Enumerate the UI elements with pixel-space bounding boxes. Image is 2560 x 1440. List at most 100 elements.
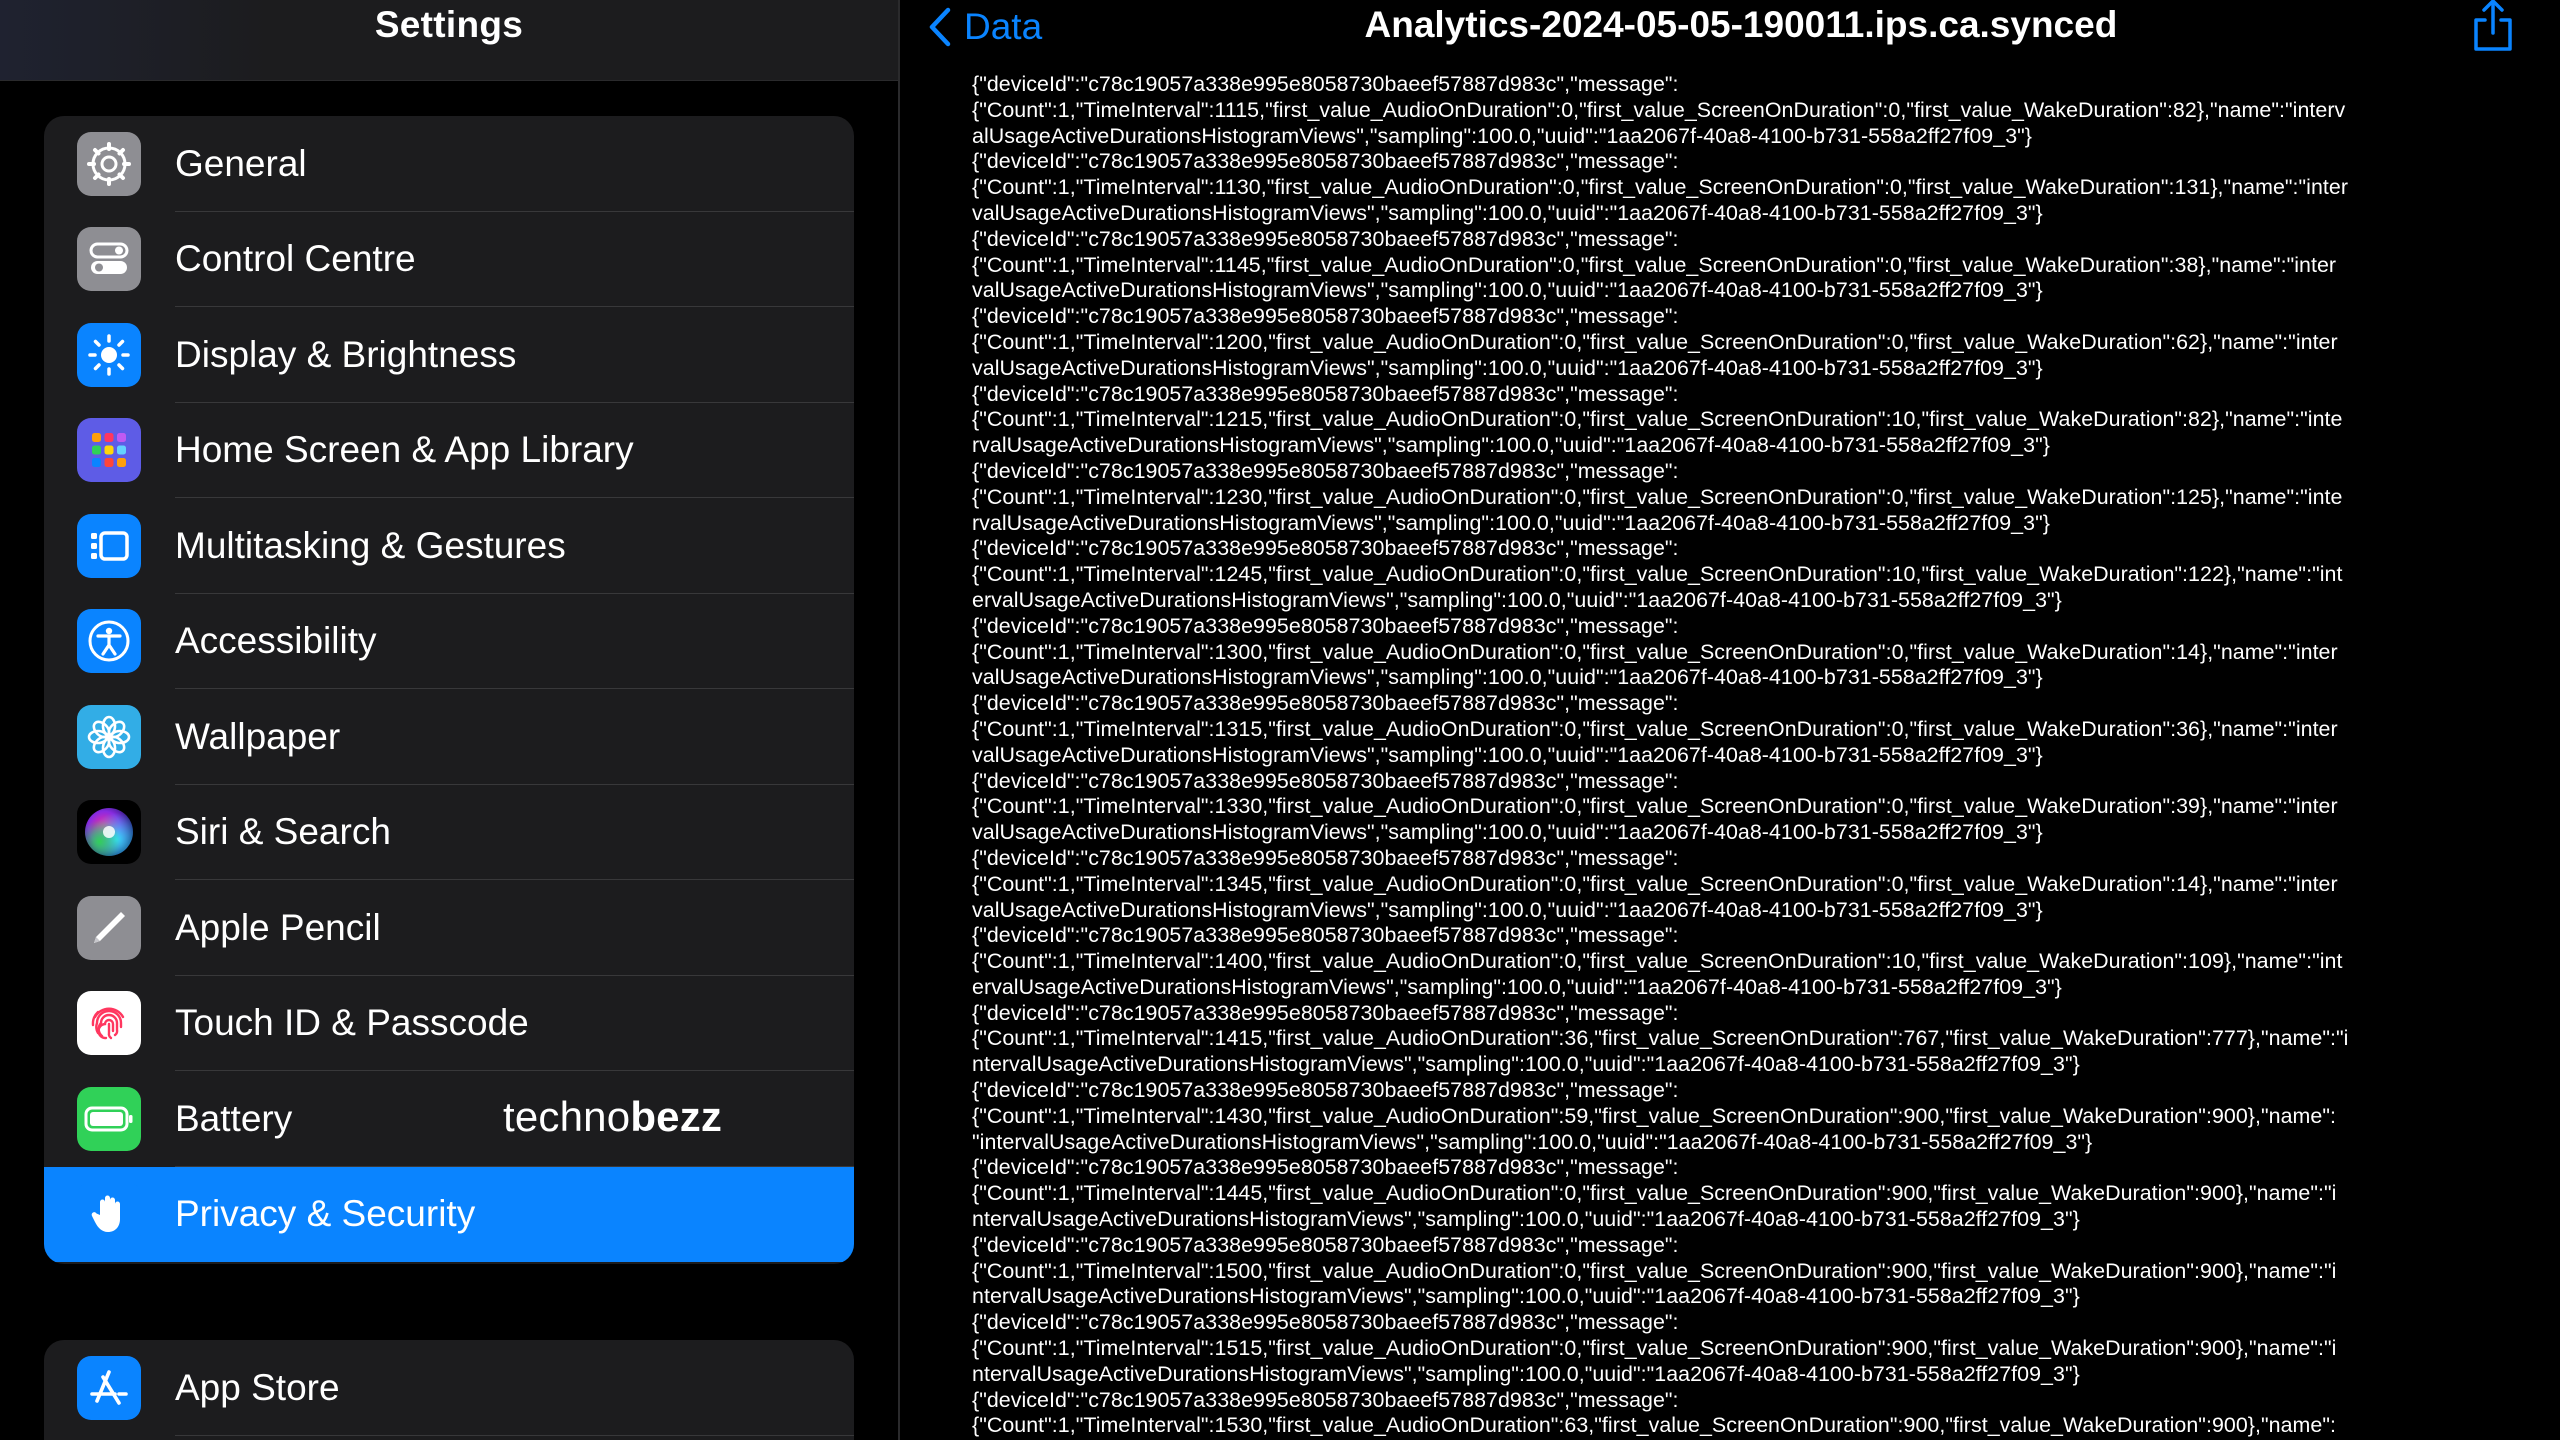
settings-row-label: Home Screen & App Library <box>175 429 634 471</box>
document-title: Analytics-2024-05-05-190011.ips.ca.synce… <box>1364 4 2118 45</box>
log-line: rvalUsageActiveDurationsHistogramViews",… <box>972 510 2050 535</box>
log-line: {"Count":1,"TimeInterval":1400,"first_va… <box>972 949 2343 974</box>
settings-row-wallpaper[interactable]: Wallpaper <box>44 689 854 785</box>
multitasking-icon <box>77 513 141 578</box>
log-line: {"Count":1,"TimeInterval":1415,"first_va… <box>972 1026 2349 1051</box>
log-line: {"Count":1,"TimeInterval":1230,"first_va… <box>972 484 2343 509</box>
detail-header: Data Analytics-2024-05-05-190011.ips.ca.… <box>900 0 2560 81</box>
flower-icon <box>77 704 141 769</box>
settings-row-touch-id[interactable]: Touch ID & Passcode <box>44 976 854 1071</box>
log-line: "intervalUsageActiveDurationsHistogramVi… <box>972 1129 2093 1154</box>
settings-row-label: Siri & Search <box>175 811 391 853</box>
log-line: alUsageActiveDurationsHistogramViews","s… <box>972 123 2032 148</box>
log-line: {"Count":1,"TimeInterval":1530,"first_va… <box>972 1413 2336 1438</box>
log-line: {"Count":1,"TimeInterval":1215,"first_va… <box>972 407 2343 432</box>
log-line: {"deviceId":"c78c19057a338e995e8058730ba… <box>972 304 1679 329</box>
log-line: {"Count":1,"TimeInterval":1515,"first_va… <box>972 1336 2337 1361</box>
log-line: {"Count":1,"TimeInterval":1245,"first_va… <box>972 562 2343 587</box>
log-line: {"deviceId":"c78c19057a338e995e8058730ba… <box>972 768 1679 793</box>
log-line: {"deviceId":"c78c19057a338e995e8058730ba… <box>972 845 1679 870</box>
log-line: valUsageActiveDurationsHistogramViews","… <box>972 200 2043 225</box>
log-line: {"deviceId":"c78c19057a338e995e8058730ba… <box>972 458 1679 483</box>
log-line: {"deviceId":"c78c19057a338e995e8058730ba… <box>972 1155 1679 1180</box>
settings-row-apple-pencil[interactable]: Apple Pencil <box>44 880 854 976</box>
settings-row-label: App Store <box>175 1366 340 1408</box>
settings-sidebar: Settings General Control Centre Display … <box>0 0 898 1440</box>
fingerprint-icon <box>77 991 141 1056</box>
back-label: Data <box>964 6 1043 47</box>
log-line: {"deviceId":"c78c19057a338e995e8058730ba… <box>972 613 1679 638</box>
log-line: {"Count":1,"TimeInterval":1300,"first_va… <box>972 639 2338 664</box>
log-line: ervalUsageActiveDurationsHistogramViews"… <box>972 587 2062 612</box>
settings-row-label: Accessibility <box>175 620 377 662</box>
settings-row-siri-search[interactable]: Siri & Search <box>44 785 854 880</box>
sidebar-header: Settings <box>0 0 898 81</box>
share-button[interactable] <box>2468 0 2518 52</box>
log-line: rvalUsageActiveDurationsHistogramViews",… <box>972 433 2050 458</box>
watermark: technobezz <box>503 1093 722 1141</box>
log-line: ntervalUsageActiveDurationsHistogramView… <box>972 1361 2080 1386</box>
share-icon <box>2474 0 2512 51</box>
log-line: {"Count":1,"TimeInterval":1130,"first_va… <box>972 175 2349 200</box>
log-line: {"deviceId":"c78c19057a338e995e8058730ba… <box>972 226 1679 251</box>
log-line: {"Count":1,"TimeInterval":1200,"first_va… <box>972 329 2338 354</box>
settings-row-multitasking[interactable]: Multitasking & Gestures <box>44 498 854 594</box>
settings-group: General Control Centre Display & Brightn… <box>44 116 854 1264</box>
settings-row-general[interactable]: General <box>44 116 854 212</box>
log-line: {"Count":1,"TimeInterval":1330,"first_va… <box>972 794 2338 819</box>
log-line: {"Count":1,"TimeInterval":1115,"first_va… <box>972 97 2346 122</box>
accessibility-icon <box>77 609 141 674</box>
log-line: ntervalUsageActiveDurationsHistogramView… <box>972 1052 2080 1077</box>
app-grid-icon <box>77 418 141 483</box>
settings-row-home-screen[interactable]: Home Screen & App Library <box>44 403 854 498</box>
log-line: {"deviceId":"c78c19057a338e995e8058730ba… <box>972 1232 1679 1257</box>
log-line: valUsageActiveDurationsHistogramViews","… <box>972 278 2043 303</box>
settings-row-label: General <box>175 142 307 184</box>
settings-row-display-brightness[interactable]: Display & Brightness <box>44 307 854 403</box>
log-line: {"Count":1,"TimeInterval":1315,"first_va… <box>972 716 2338 741</box>
settings-row-label: Display & Brightness <box>175 333 517 375</box>
row-divider <box>175 1434 854 1436</box>
settings-row-label: Privacy & Security <box>175 1193 476 1235</box>
log-line: {"deviceId":"c78c19057a338e995e8058730ba… <box>972 923 1679 948</box>
log-line: valUsageActiveDurationsHistogramViews","… <box>972 665 2043 690</box>
log-line: {"deviceId":"c78c19057a338e995e8058730ba… <box>972 1387 1679 1412</box>
chevron-left-icon <box>929 7 951 47</box>
sun-icon <box>77 322 141 387</box>
log-line: valUsageActiveDurationsHistogramViews","… <box>972 355 2043 380</box>
log-line: {"deviceId":"c78c19057a338e995e8058730ba… <box>972 381 1679 406</box>
settings-group-2: App Store <box>44 1340 854 1440</box>
settings-row-control-centre[interactable]: Control Centre <box>44 212 854 307</box>
log-line: ervalUsageActiveDurationsHistogramViews"… <box>972 974 2062 999</box>
pencil-icon <box>77 895 141 960</box>
settings-row-app-store[interactable]: App Store <box>44 1340 854 1436</box>
sidebar-title: Settings <box>374 4 524 45</box>
hand-icon <box>77 1182 141 1247</box>
log-line: ntervalUsageActiveDurationsHistogramView… <box>972 1207 2080 1232</box>
settings-row-label: Multitasking & Gestures <box>175 524 566 566</box>
log-line: {"deviceId":"c78c19057a338e995e8058730ba… <box>972 1078 1679 1103</box>
log-content: {"deviceId":"c78c19057a338e995e8058730ba… <box>972 72 2517 1440</box>
app-store-icon <box>77 1355 141 1420</box>
log-line: {"deviceId":"c78c19057a338e995e8058730ba… <box>972 72 1679 96</box>
siri-icon <box>77 800 141 865</box>
log-line: {"Count":1,"TimeInterval":1430,"first_va… <box>972 1103 2336 1128</box>
log-line: ntervalUsageActiveDurationsHistogramView… <box>972 1284 2080 1309</box>
log-line: {"deviceId":"c78c19057a338e995e8058730ba… <box>972 149 1679 174</box>
battery-icon <box>77 1086 141 1151</box>
gear-icon <box>77 131 141 196</box>
log-line: {"deviceId":"c78c19057a338e995e8058730ba… <box>972 1000 1679 1025</box>
settings-row-label: Control Centre <box>175 238 416 280</box>
log-line: {"deviceId":"c78c19057a338e995e8058730ba… <box>972 1310 1679 1335</box>
back-button[interactable]: Data <box>928 2 1042 52</box>
log-line: {"Count":1,"TimeInterval":1345,"first_va… <box>972 871 2338 896</box>
detail-pane: Data Analytics-2024-05-05-190011.ips.ca.… <box>898 0 2560 1440</box>
watermark-part2: bezz <box>630 1093 723 1140</box>
log-line: {"deviceId":"c78c19057a338e995e8058730ba… <box>972 536 1679 561</box>
settings-row-battery[interactable]: Battery <box>44 1071 854 1167</box>
toggles-icon <box>77 227 141 292</box>
settings-row-label: Touch ID & Passcode <box>175 1002 529 1044</box>
log-line: {"Count":1,"TimeInterval":1445,"first_va… <box>972 1181 2337 1206</box>
settings-row-privacy-security[interactable]: Privacy & Security <box>44 1166 854 1262</box>
settings-row-accessibility[interactable]: Accessibility <box>44 594 854 689</box>
